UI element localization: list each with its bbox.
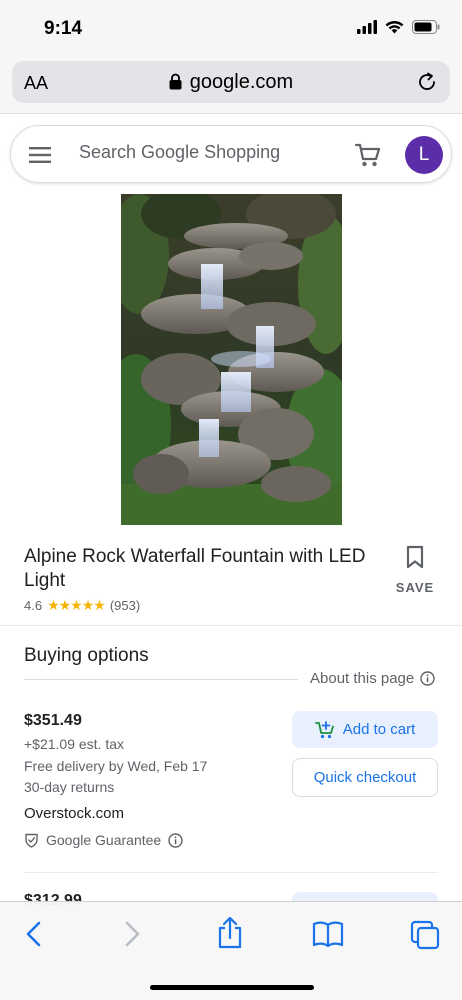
buying-options-title: Buying options (24, 645, 149, 666)
add-to-cart-icon (314, 720, 334, 738)
tabs-icon[interactable] (410, 920, 440, 950)
about-this-page-link[interactable]: About this page (310, 670, 435, 687)
save-button[interactable]: SAVE (390, 545, 440, 595)
shopping-search-bar: L (10, 125, 452, 183)
offer-returns: 30-day returns (24, 779, 115, 795)
shield-check-icon (25, 833, 38, 848)
wifi-icon (385, 20, 404, 34)
title-divider (24, 679, 298, 680)
review-count: (953) (109, 598, 141, 613)
back-icon[interactable] (24, 920, 44, 948)
info-icon[interactable] (168, 832, 183, 848)
rating-value: 4.6 (24, 598, 43, 613)
battery-icon (412, 20, 440, 34)
offer-delivery: Free delivery by Wed, Feb 17 (24, 758, 208, 774)
offer-price: $351.49 (24, 712, 82, 729)
offer-divider (24, 872, 438, 873)
bookmark-icon (406, 545, 424, 569)
shopping-cart-icon[interactable] (354, 141, 382, 169)
quick-checkout-button[interactable]: Quick checkout (292, 758, 438, 797)
add-to-cart-label: Add to cart (342, 721, 416, 738)
offer-tax: +$21.09 est. tax (24, 736, 125, 752)
lock-icon (169, 73, 182, 90)
rating-row[interactable]: 4.6 ★★★★★ (953) (24, 597, 140, 614)
guarantee-label: Google Guarantee (46, 832, 162, 848)
url-display[interactable]: google.com (12, 71, 450, 94)
info-icon (420, 671, 435, 686)
product-image[interactable] (121, 194, 342, 525)
seller-name[interactable]: Overstock.com (24, 805, 124, 822)
section-divider (0, 625, 462, 626)
save-label: SAVE (395, 580, 435, 595)
home-indicator[interactable] (150, 985, 314, 990)
url-text: google.com (189, 71, 294, 93)
status-time: 9:14 (44, 18, 83, 39)
status-bar: 9:14 (0, 0, 462, 56)
about-label: About this page (310, 670, 415, 687)
google-guarantee[interactable]: Google Guarantee (24, 832, 183, 848)
address-bar[interactable]: AA google.com (12, 61, 450, 103)
reload-icon[interactable] (416, 71, 438, 93)
bookmarks-icon[interactable] (312, 920, 344, 948)
menu-icon[interactable] (29, 145, 53, 165)
product-title: Alpine Rock Waterfall Fountain with LED … (24, 546, 366, 591)
forward-icon[interactable] (122, 920, 142, 948)
search-input[interactable] (79, 142, 329, 163)
add-to-cart-button[interactable]: Add to cart (292, 711, 438, 748)
rating-stars: ★★★★★ (47, 597, 106, 613)
quick-checkout-label: Quick checkout (313, 769, 417, 786)
cellular-signal-icon (357, 20, 377, 34)
share-icon[interactable] (216, 916, 244, 950)
status-icons (357, 20, 440, 34)
avatar[interactable]: L (405, 136, 443, 174)
browser-address-area: AA google.com (0, 56, 462, 114)
